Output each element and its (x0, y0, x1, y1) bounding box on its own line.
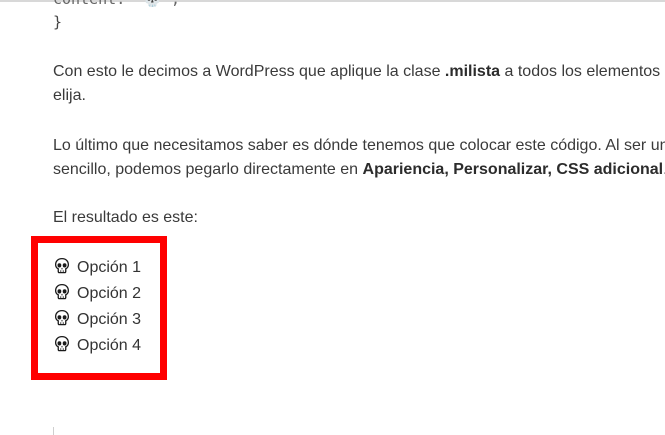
list-item: Opción 3 (53, 309, 141, 331)
skull-icon (55, 258, 69, 274)
code-closing-brace: } (53, 13, 63, 31)
paragraph-line: Lo último que necesitamos saber es dónde… (53, 137, 665, 154)
paragraph-donde-colocar: Lo último que necesitamos saber es dónde… (53, 134, 665, 182)
option-label: Opción 3 (77, 311, 142, 328)
option-label: Opción 4 (77, 337, 142, 354)
list-item: Opción 2 (53, 283, 141, 305)
option-label: Opción 2 (77, 285, 142, 302)
bold-class-name: .milista (444, 63, 501, 80)
list-item: Opción 4 (53, 335, 141, 357)
skull-icon (55, 310, 69, 326)
option-label: Opción 1 (77, 259, 142, 276)
bottom-divider-mark (53, 427, 54, 435)
paragraph-resultado: El resultado es este: (53, 209, 198, 226)
paragraph-line: sencillo, podemos pegarlo directamente e… (53, 158, 665, 182)
text-span: Con esto le decimos a WordPress que apli… (53, 63, 445, 80)
paragraph-line: elija. (53, 87, 86, 104)
code-line-content: content: '💀'; (53, 0, 180, 8)
paragraph-line: Con esto le decimos a WordPress que apli… (53, 60, 665, 84)
skull-icon (55, 336, 69, 352)
bold-menu-path: Apariencia, Personalizar, CSS adicional (362, 161, 664, 178)
text-span: sencillo, podemos pegarlo directamente e… (53, 161, 363, 178)
text-span: a todos los elementos de (500, 63, 665, 80)
skull-icon (55, 284, 69, 300)
list-item: Opción 1 (53, 257, 141, 279)
paragraph-clase-milista: Con esto le decimos a WordPress que apli… (53, 60, 665, 108)
article-page: content: '💀'; } Con esto le decimos a Wo… (0, 0, 665, 435)
